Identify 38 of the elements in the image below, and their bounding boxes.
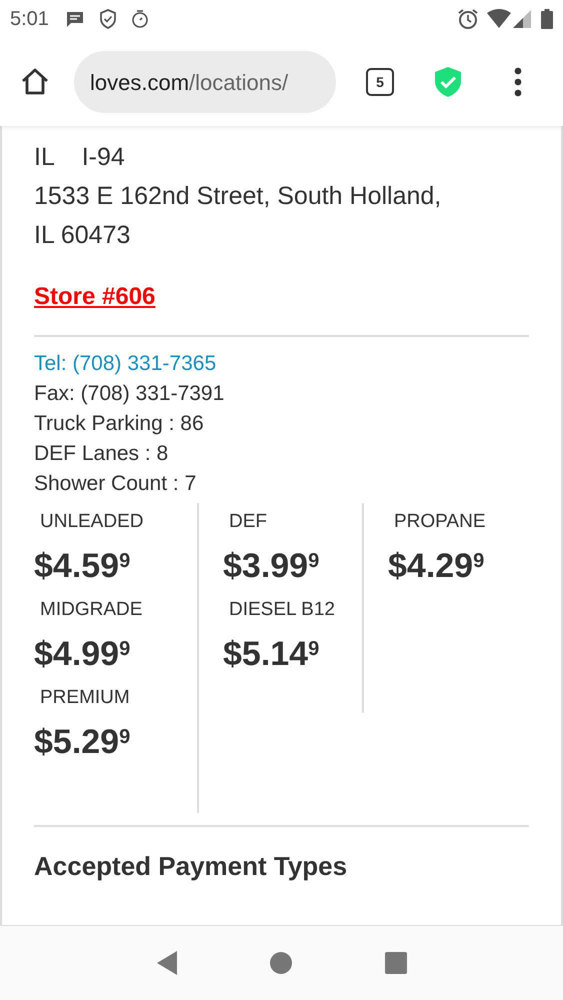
message-icon bbox=[64, 10, 85, 28]
detail-line: Fax: (708) 331-7391 bbox=[34, 381, 226, 407]
fuel-price: $5.14$^{9}$ bbox=[223, 634, 320, 675]
home-icon[interactable] bbox=[20, 67, 50, 97]
detail-line: Truck Parking : 86 bbox=[34, 411, 205, 437]
fuel-price: $4.59$^{9}$ bbox=[34, 546, 130, 587]
fuel-name: UNLEADED bbox=[39, 510, 144, 534]
menu-icon[interactable] bbox=[514, 67, 522, 97]
fuel-price: $4.29$^{9}$ bbox=[388, 546, 484, 587]
phone-link[interactable]: Tel: (708) 331-7365 bbox=[34, 349, 529, 379]
fuel-name: DIESEL B12 bbox=[228, 598, 336, 622]
fuel-name: DEF bbox=[228, 510, 268, 534]
address-line: IL I-94 bbox=[34, 142, 126, 173]
back-icon[interactable] bbox=[155, 950, 180, 976]
fuel-price: $5.29$^{9}$ bbox=[34, 722, 130, 763]
detail-line: Shower Count : 7 bbox=[34, 471, 198, 497]
home-button-icon[interactable] bbox=[269, 951, 294, 975]
address-bar[interactable]: loves.com/locations/ bbox=[74, 51, 336, 113]
shield-check-icon bbox=[98, 9, 117, 29]
fuel-name: PREMIUM bbox=[39, 686, 131, 710]
timer-icon bbox=[130, 10, 149, 28]
battery-icon bbox=[541, 9, 553, 29]
fuel-name: MIDGRADE bbox=[39, 598, 144, 622]
shield-check-icon[interactable] bbox=[434, 66, 462, 98]
fuel-price: $4.99$^{9}$ bbox=[34, 634, 130, 675]
clock-time: 5:01 bbox=[10, 7, 49, 32]
address-line: IL 60473 bbox=[34, 220, 132, 251]
tab-count-button[interactable]: 5 bbox=[366, 68, 394, 96]
signal-icon bbox=[513, 10, 531, 28]
fuel-name: PROPANE bbox=[393, 510, 487, 534]
detail-line: DEF Lanes : 8 bbox=[34, 441, 170, 467]
recents-icon[interactable] bbox=[384, 951, 408, 975]
store-link[interactable]: Store #606 bbox=[34, 279, 529, 315]
fuel-price: $3.99$^{9}$ bbox=[223, 546, 320, 587]
wifi-icon bbox=[487, 9, 511, 29]
address-line: 1533 E 162nd Street, South Holland, bbox=[34, 181, 442, 212]
section-heading: Accepted Payment Types bbox=[34, 850, 348, 883]
alarm-icon bbox=[457, 8, 479, 30]
